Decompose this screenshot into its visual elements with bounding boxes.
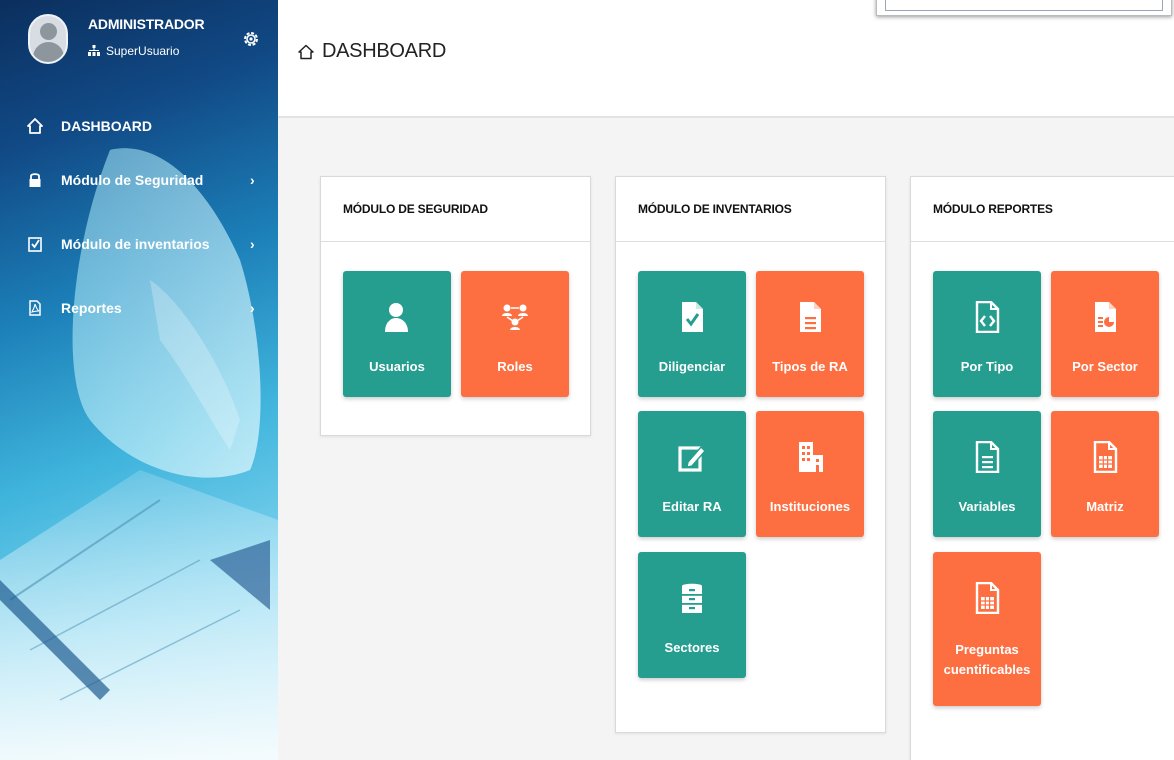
file-code-icon [933,301,1041,333]
sidebar-item-reportes[interactable]: Reportes › [0,276,278,340]
user-role: SuperUsuario [88,44,179,58]
building-icon [756,441,864,473]
top-bar: DASHBOARD [278,0,1174,118]
sidebar-item-label: DASHBOARD [61,118,152,134]
tile-por-tipo[interactable]: Por Tipo [933,271,1041,397]
tile-label: Instituciones [769,499,851,514]
user-name: ADMINISTRADOR [88,16,205,32]
page-title: DASHBOARD [298,40,446,63]
file-grid-icon [1051,441,1159,473]
sitemap-icon [88,45,100,56]
tile-label-line1: Preguntas [955,642,1019,657]
tile-label: Editar RA [662,499,722,514]
file-chart-icon [1051,301,1159,333]
file-text-icon [756,301,864,333]
user-icon [343,301,451,333]
tile-label: Roles [497,359,533,374]
lock-icon [26,171,44,189]
sidebar-item-seguridad[interactable]: Módulo de Seguridad › [0,148,278,212]
edit-icon [638,441,746,473]
tile-matriz[interactable]: Matriz [1051,411,1159,537]
tile-label-line2: cuentificables [943,662,1031,677]
home-icon [298,44,314,59]
home-icon [26,117,44,135]
tile-diligenciar[interactable]: Diligenciar [638,271,746,397]
tile-preguntas-cuentificables[interactable]: Preguntas cuentificables [933,552,1041,706]
tile-label: Matriz [1086,499,1124,514]
user-role-label: SuperUsuario [106,44,180,58]
card-title: MÓDULO DE INVENTARIOS [616,177,885,242]
card-title: MÓDULO DE SEGURIDAD [321,177,590,242]
card-title: MÓDULO REPORTES [911,177,1174,242]
sidebar-nav: DASHBOARD Módulo de Seguridad › Módulo d… [0,104,278,340]
overlay-window-edge [876,0,1172,16]
gear-icon[interactable] [242,30,260,48]
checklist-icon [26,235,44,253]
user-panel: ADMINISTRADOR SuperUsuario [0,0,278,98]
archive-cabinet-icon [638,582,746,614]
sidebar-item-label: Módulo de Seguridad [61,172,204,188]
tile-label: Tipos de RA [772,359,848,374]
tile-label: Preguntas cuentificables [933,640,1041,680]
roles-network-icon [461,301,569,333]
tile-editar-ra[interactable]: Editar RA [638,411,746,537]
sidebar-item-label: Módulo de inventarios [61,236,210,252]
chevron-right-icon: › [250,172,255,188]
tile-roles[interactable]: Roles [461,271,569,397]
sidebar-item-dashboard[interactable]: DASHBOARD [0,104,278,148]
file-check-icon [638,301,746,333]
user-avatar-icon[interactable] [28,14,68,64]
tile-label: Usuarios [369,359,425,374]
chevron-right-icon: › [250,300,255,316]
file-grid-icon [933,582,1041,614]
card-modulo-inventarios: MÓDULO DE INVENTARIOS Diligenciar Tipos … [615,176,886,733]
tile-variables[interactable]: Variables [933,411,1041,537]
tile-label: Sectores [664,640,720,655]
tile-por-sector[interactable]: Por Sector [1051,271,1159,397]
tile-instituciones[interactable]: Instituciones [756,411,864,537]
pdf-icon [26,299,44,317]
card-modulo-reportes: MÓDULO REPORTES Por Tipo Por Sector Vari… [910,176,1174,760]
tile-label: Por Tipo [960,359,1014,374]
tile-label: Variables [958,499,1016,514]
tile-label: Por Sector [1072,359,1138,374]
card-modulo-seguridad: MÓDULO DE SEGURIDAD Usuarios Roles [320,176,591,436]
tile-label: Diligenciar [658,359,726,374]
sidebar: ADMINISTRADOR SuperUsuario DASHBOARD Mód… [0,0,278,760]
sidebar-item-inventarios[interactable]: Módulo de inventarios › [0,212,278,276]
page-title-text: DASHBOARD [322,40,446,62]
chevron-right-icon: › [250,236,255,252]
tile-usuarios[interactable]: Usuarios [343,271,451,397]
file-lines-icon [933,441,1041,473]
tile-tipos-de-ra[interactable]: Tipos de RA [756,271,864,397]
tile-sectores[interactable]: Sectores [638,552,746,678]
sidebar-item-label: Reportes [61,300,122,316]
